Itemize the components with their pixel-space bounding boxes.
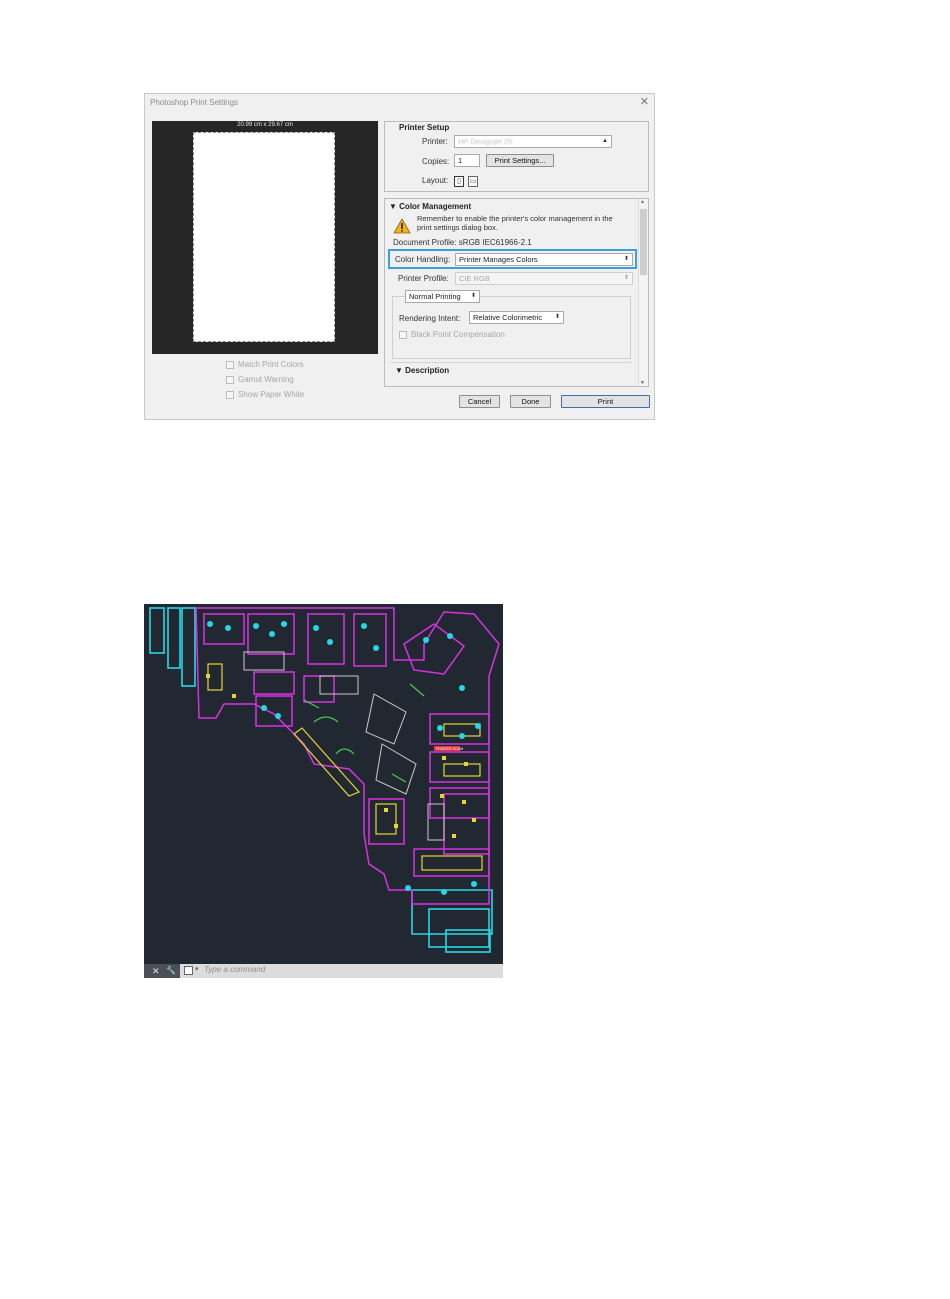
wrench-icon[interactable]: 🔧: [166, 964, 176, 978]
color-handling-label: Color Handling:: [395, 255, 451, 264]
rendering-intent-select[interactable]: Relative Colorimetric ⬍: [469, 311, 564, 324]
printer-profile-value: CIE RGB: [459, 274, 490, 283]
scroll-thumb[interactable]: [640, 209, 647, 275]
collapse-triangle-icon[interactable]: ▼: [389, 202, 397, 211]
scroll-up-icon[interactable]: ▲: [640, 199, 645, 205]
yellow-furniture-group: [207, 663, 483, 871]
print-settings-button[interactable]: Print Settings...: [486, 154, 554, 167]
cancel-button[interactable]: Cancel: [459, 395, 500, 408]
print-preview: 20.99 cm x 29.67 cm: [152, 121, 378, 354]
warning-text: Remember to enable the printer's color m…: [417, 214, 613, 232]
scrollbar[interactable]: ▲ ▼: [638, 199, 648, 386]
proof-mode-value: Normal Printing: [409, 292, 461, 301]
command-line-bar[interactable]: ✕ 🔧 ▾ Type a command: [144, 964, 503, 978]
copies-input[interactable]: 1: [454, 154, 480, 167]
floor-plan-drawing: PRINTER ROOM: [149, 607, 500, 953]
landscape-layout-icon[interactable]: ▭: [468, 176, 478, 187]
cad-floorplan-viewport[interactable]: PRINTER ROOM ✕ 🔧 ▾ Type a command: [144, 604, 503, 978]
printer-setup-section: Printer Setup Printer: HP Designjet Z6 ▲…: [384, 121, 649, 192]
scroll-down-icon[interactable]: ▼: [640, 380, 645, 386]
black-point-checkbox[interactable]: Black Point Compensation: [399, 330, 505, 339]
document-profile: Document Profile: sRGB IEC61966-2.1: [393, 238, 532, 247]
show-paper-white-checkbox[interactable]: Show Paper White: [226, 390, 304, 399]
printer-room-label: PRINTER ROOM: [436, 747, 463, 751]
layout-label: Layout:: [422, 176, 449, 185]
select-arrow-icon: ⬍: [623, 256, 629, 262]
rendering-intent-value: Relative Colorimetric: [473, 313, 543, 322]
color-handling-select[interactable]: Printer Manages Colors ⬍: [455, 253, 633, 266]
select-arrow-icon: ⬍: [623, 275, 629, 281]
color-management-header: ▼ Color Management: [389, 202, 471, 211]
print-button[interactable]: Print: [561, 395, 650, 408]
chevron-down-icon[interactable]: ▾: [195, 965, 199, 973]
printer-profile-select[interactable]: CIE RGB ⬍: [455, 272, 633, 285]
close-icon[interactable]: ✕: [152, 964, 160, 978]
gamut-warning-checkbox[interactable]: Gamut Warning: [226, 375, 294, 384]
rendering-intent-label: Rendering Intent:: [399, 314, 461, 323]
checkbox-icon[interactable]: [399, 330, 407, 339]
checkbox-icon[interactable]: [226, 360, 234, 369]
description-header: ▼ Description: [395, 366, 449, 375]
select-arrow-icon: ▲: [602, 138, 608, 144]
checkbox-label: Match Print Colors: [238, 360, 304, 369]
done-button[interactable]: Done: [510, 395, 551, 408]
printer-label: Printer:: [422, 137, 448, 146]
match-print-colors-checkbox[interactable]: Match Print Colors: [226, 360, 304, 369]
print-settings-dialog: Photoshop Print Settings ✕ 20.99 cm x 29…: [144, 93, 655, 420]
chair-markers: [206, 674, 476, 838]
print-mode-group: [392, 296, 631, 359]
description-title: Description: [405, 366, 450, 375]
collapse-triangle-icon[interactable]: ▼: [395, 366, 403, 375]
magenta-walls-group: [195, 607, 500, 905]
color-handling-value: Printer Manages Colors: [459, 255, 538, 264]
copies-label: Copies:: [422, 157, 450, 166]
portrait-layout-icon[interactable]: ▯: [454, 176, 464, 187]
printer-profile-label: Printer Profile:: [398, 274, 449, 283]
command-prompt-icon[interactable]: [184, 966, 193, 975]
dialog-title: Photoshop Print Settings: [150, 98, 239, 107]
color-management-section: ▼ Color Management Remember to enable th…: [384, 198, 649, 387]
paper-preview: [193, 132, 335, 342]
paper-size-label: 20.99 cm x 29.67 cm: [237, 122, 293, 128]
green-accents-group: [303, 683, 425, 783]
printer-value: HP Designjet Z6: [458, 137, 513, 146]
checkbox-icon[interactable]: [226, 390, 234, 399]
checkbox-label: Gamut Warning: [238, 375, 294, 384]
checkbox-label: Show Paper White: [238, 390, 305, 399]
select-arrow-icon: ⬍: [470, 293, 476, 299]
command-controls: ✕ 🔧: [144, 964, 180, 978]
color-management-title: Color Management: [399, 202, 472, 211]
grey-core-group: [243, 651, 445, 841]
printer-select[interactable]: HP Designjet Z6 ▲: [454, 135, 612, 148]
proof-mode-select[interactable]: Normal Printing ⬍: [405, 290, 480, 303]
cyan-outline-group: [149, 607, 493, 953]
warning-icon: [393, 218, 411, 234]
printer-setup-title: Printer Setup: [399, 123, 450, 132]
divider: [391, 362, 631, 363]
close-icon[interactable]: ✕: [640, 95, 649, 108]
command-input[interactable]: Type a command: [204, 965, 265, 974]
checkbox-label: Black Point Compensation: [411, 330, 505, 339]
select-arrow-icon: ⬍: [554, 314, 560, 320]
checkbox-icon[interactable]: [226, 375, 234, 384]
